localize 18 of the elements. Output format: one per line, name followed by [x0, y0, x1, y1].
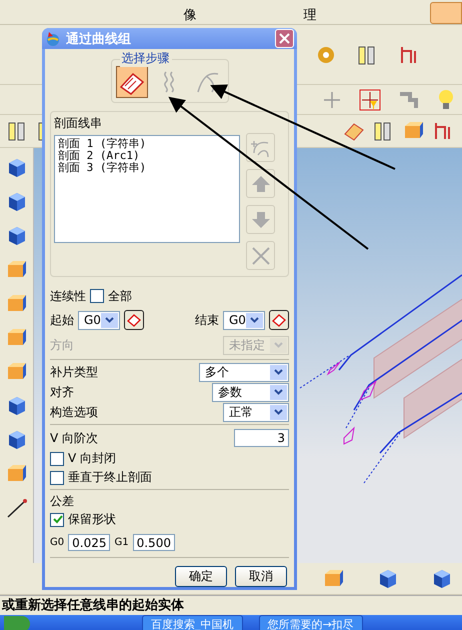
group-label: 剖面线串 — [54, 115, 103, 132]
field-label: 构造选项 — [50, 404, 98, 420]
field-label: 结束 — [195, 312, 219, 328]
field-label: G1 — [114, 536, 129, 548]
group-label: 公差 — [50, 492, 74, 510]
field-label: 补片类型 — [50, 364, 98, 380]
checkbox-label: 保留形状 — [68, 511, 116, 528]
group-label: 选择步骤 — [120, 50, 172, 67]
checkbox-label: 全部 — [108, 288, 132, 304]
checkbox-label: V 向封闭 — [68, 450, 116, 467]
field-label: 起始 — [50, 312, 74, 328]
checkbox-label: 垂直于终止剖面 — [68, 469, 152, 486]
field-label: 连续性 — [50, 288, 86, 304]
window-title: 通过曲线组 — [66, 30, 131, 48]
field-label: 方向 — [50, 336, 74, 354]
field-label: V 向阶次 — [50, 430, 98, 446]
field-label: 对齐 — [50, 384, 74, 400]
field-label: G0 — [50, 536, 64, 548]
